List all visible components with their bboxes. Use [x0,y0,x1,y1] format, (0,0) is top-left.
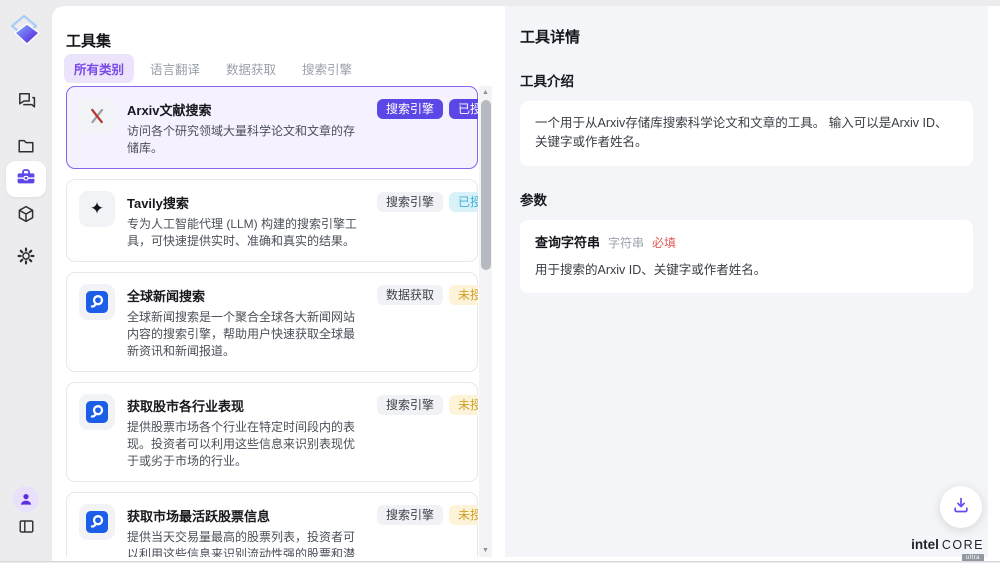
tool-badges: 搜索引擎未授权 [377,504,478,557]
app-logo [0,12,52,53]
param-box: 查询字符串 字符串 必填 用于搜索的Arxiv ID、关键字或作者姓名。 [520,220,973,294]
sidebar-item-settings[interactable] [0,246,52,271]
param-type: 字符串 [608,234,644,253]
panel-collapse-icon [17,517,36,541]
scrollbar-thumb[interactable] [481,100,491,270]
tools-panel: 工具集 所有类别语言翻译数据获取搜索引擎 Arxiv文献搜索访问各个研究领域大量… [52,6,505,561]
tool-card[interactable]: Arxiv文献搜索访问各个研究领域大量科学论文和文章的存储库。搜索引擎已授权 [66,86,478,169]
badge-已授权: 已授权 [449,99,478,119]
tool-card[interactable]: 全球新闻搜索全球新闻搜索是一个聚合全球各大新闻网站内容的搜索引擎，帮助用户快速获… [66,272,478,372]
tool-card-body: 全球新闻搜索全球新闻搜索是一个聚合全球各大新闻网站内容的搜索引擎，帮助用户快速获… [127,284,365,360]
badge-未授权: 未授权 [449,395,478,415]
scroll-down-icon[interactable]: ▼ [479,544,492,557]
tool-card-body: Arxiv文献搜索访问各个研究领域大量科学论文和文章的存储库。 [127,98,365,157]
scroll-up-icon[interactable]: ▲ [479,86,492,99]
badge-搜索引擎: 搜索引擎 [377,192,443,212]
sidebar-item-files[interactable] [0,136,52,161]
intel-core-logo: intel CORE ultra [911,537,984,552]
tool-card[interactable]: 获取市场最活跃股票信息提供当天交易量最高的股票列表，投资者可以利用这些信息来识别… [66,492,478,557]
news-search-icon [79,504,115,540]
tab-语言翻译[interactable]: 语言翻译 [140,54,210,83]
news-search-icon [79,284,115,320]
tab-所有类别[interactable]: 所有类别 [64,54,134,83]
gear-icon [16,246,36,271]
tool-badges: 搜索引擎未授权 [377,394,478,470]
logo-gem-icon [8,12,44,53]
intel-brand-text: intel [911,537,939,552]
folder-icon [16,136,36,161]
download-button[interactable] [940,486,982,528]
badge-已授权: 已授权 [449,192,478,212]
tool-card-body: 获取股市各行业表现提供股票市场各个行业在特定时间段内的表现。投资者可以利用这些信… [127,394,365,470]
tool-description: 访问各个研究领域大量科学论文和文章的存储库。 [127,123,365,157]
sidebar-item-collapse[interactable] [0,517,52,541]
param-required-flag: 必填 [652,234,676,253]
tool-badges: 搜索引擎已授权 [377,191,478,250]
sidebar-item-models[interactable] [0,204,52,229]
tool-name: 获取股市各行业表现 [127,396,365,415]
window-bottom-border [0,561,1000,562]
list-scrollbar[interactable]: ▲ ▼ [479,86,492,557]
tool-card-body: 获取市场最活跃股票信息提供当天交易量最高的股票列表，投资者可以利用这些信息来识别… [127,504,365,557]
avatar [13,486,39,512]
details-title: 工具详情 [520,26,973,47]
tool-name: 获取市场最活跃股票信息 [127,506,365,525]
intro-box: 一个用于从Arxiv存储库搜索科学论文和文章的工具。 输入可以是Arxiv ID… [520,101,973,166]
arxiv-logo-icon [79,98,115,134]
tool-list: Arxiv文献搜索访问各个研究领域大量科学论文和文章的存储库。搜索引擎已授权✦T… [66,86,478,557]
tool-name: Arxiv文献搜索 [127,100,365,119]
tool-card-body: Tavily搜索专为人工智能代理 (LLM) 构建的搜索引擎工具，可快速提供实时… [127,191,365,250]
badge-搜索引擎: 搜索引擎 [377,505,443,525]
sidebar-item-user[interactable] [0,486,52,512]
intel-core-text: CORE ultra [942,538,984,552]
intro-text: 一个用于从Arxiv存储库搜索科学论文和文章的工具。 输入可以是Arxiv ID… [535,116,948,149]
tab-搜索引擎[interactable]: 搜索引擎 [292,54,362,83]
badge-未授权: 未授权 [449,505,478,525]
category-tabs: 所有类别语言翻译数据获取搜索引擎 [64,54,362,83]
param-header: 查询字符串 字符串 必填 [535,233,958,253]
badge-未授权: 未授权 [449,285,478,305]
tool-description: 全球新闻搜索是一个聚合全球各大新闻网站内容的搜索引擎，帮助用户快速获取全球最新资… [127,309,365,360]
tool-badges: 搜索引擎已授权 [377,98,478,157]
toolbox-icon [15,166,37,193]
tool-description: 提供当天交易量最高的股票列表，投资者可以利用这些信息来识别流动性强的股票和潜在的… [127,529,365,557]
cube-icon [16,204,36,229]
app-root: 工具集 所有类别语言翻译数据获取搜索引擎 Arxiv文献搜索访问各个研究领域大量… [0,0,1000,563]
news-search-icon [79,394,115,430]
page-title: 工具集 [66,30,111,51]
param-description: 用于搜索的Arxiv ID、关键字或作者姓名。 [535,261,958,280]
tool-description: 提供股票市场各个行业在特定时间段内的表现。投资者可以利用这些信息来识别表现优于或… [127,419,365,470]
details-panel: 工具详情 工具介绍 一个用于从Arxiv存储库搜索科学论文和文章的工具。 输入可… [505,6,988,557]
tab-数据获取[interactable]: 数据获取 [216,54,286,83]
sparkle-icon: ✦ [79,191,115,227]
main-shell: 工具集 所有类别语言翻译数据获取搜索引擎 Arxiv文献搜索访问各个研究领域大量… [52,6,1000,561]
params-heading: 参数 [520,189,973,209]
intro-heading: 工具介绍 [520,70,973,90]
intel-ultra-badge: ultra [962,554,984,561]
param-name: 查询字符串 [535,233,600,253]
tool-name: 全球新闻搜索 [127,286,365,305]
sidebar-item-tools[interactable] [6,161,46,197]
tool-description: 专为人工智能代理 (LLM) 构建的搜索引擎工具，可快速提供实时、准确和真实的结… [127,216,365,250]
badge-数据获取: 数据获取 [377,285,443,305]
tool-badges: 数据获取未授权 [377,284,478,360]
sidebar [0,0,52,563]
tool-name: Tavily搜索 [127,193,365,212]
badge-搜索引擎: 搜索引擎 [377,395,443,415]
tool-card[interactable]: ✦ Tavily搜索专为人工智能代理 (LLM) 构建的搜索引擎工具，可快速提供实… [66,179,478,262]
download-icon [951,495,971,520]
badge-搜索引擎: 搜索引擎 [377,99,443,119]
tool-card[interactable]: 获取股市各行业表现提供股票市场各个行业在特定时间段内的表现。投资者可以利用这些信… [66,382,478,482]
chat-icon [16,90,36,115]
sidebar-item-chat[interactable] [0,90,52,115]
